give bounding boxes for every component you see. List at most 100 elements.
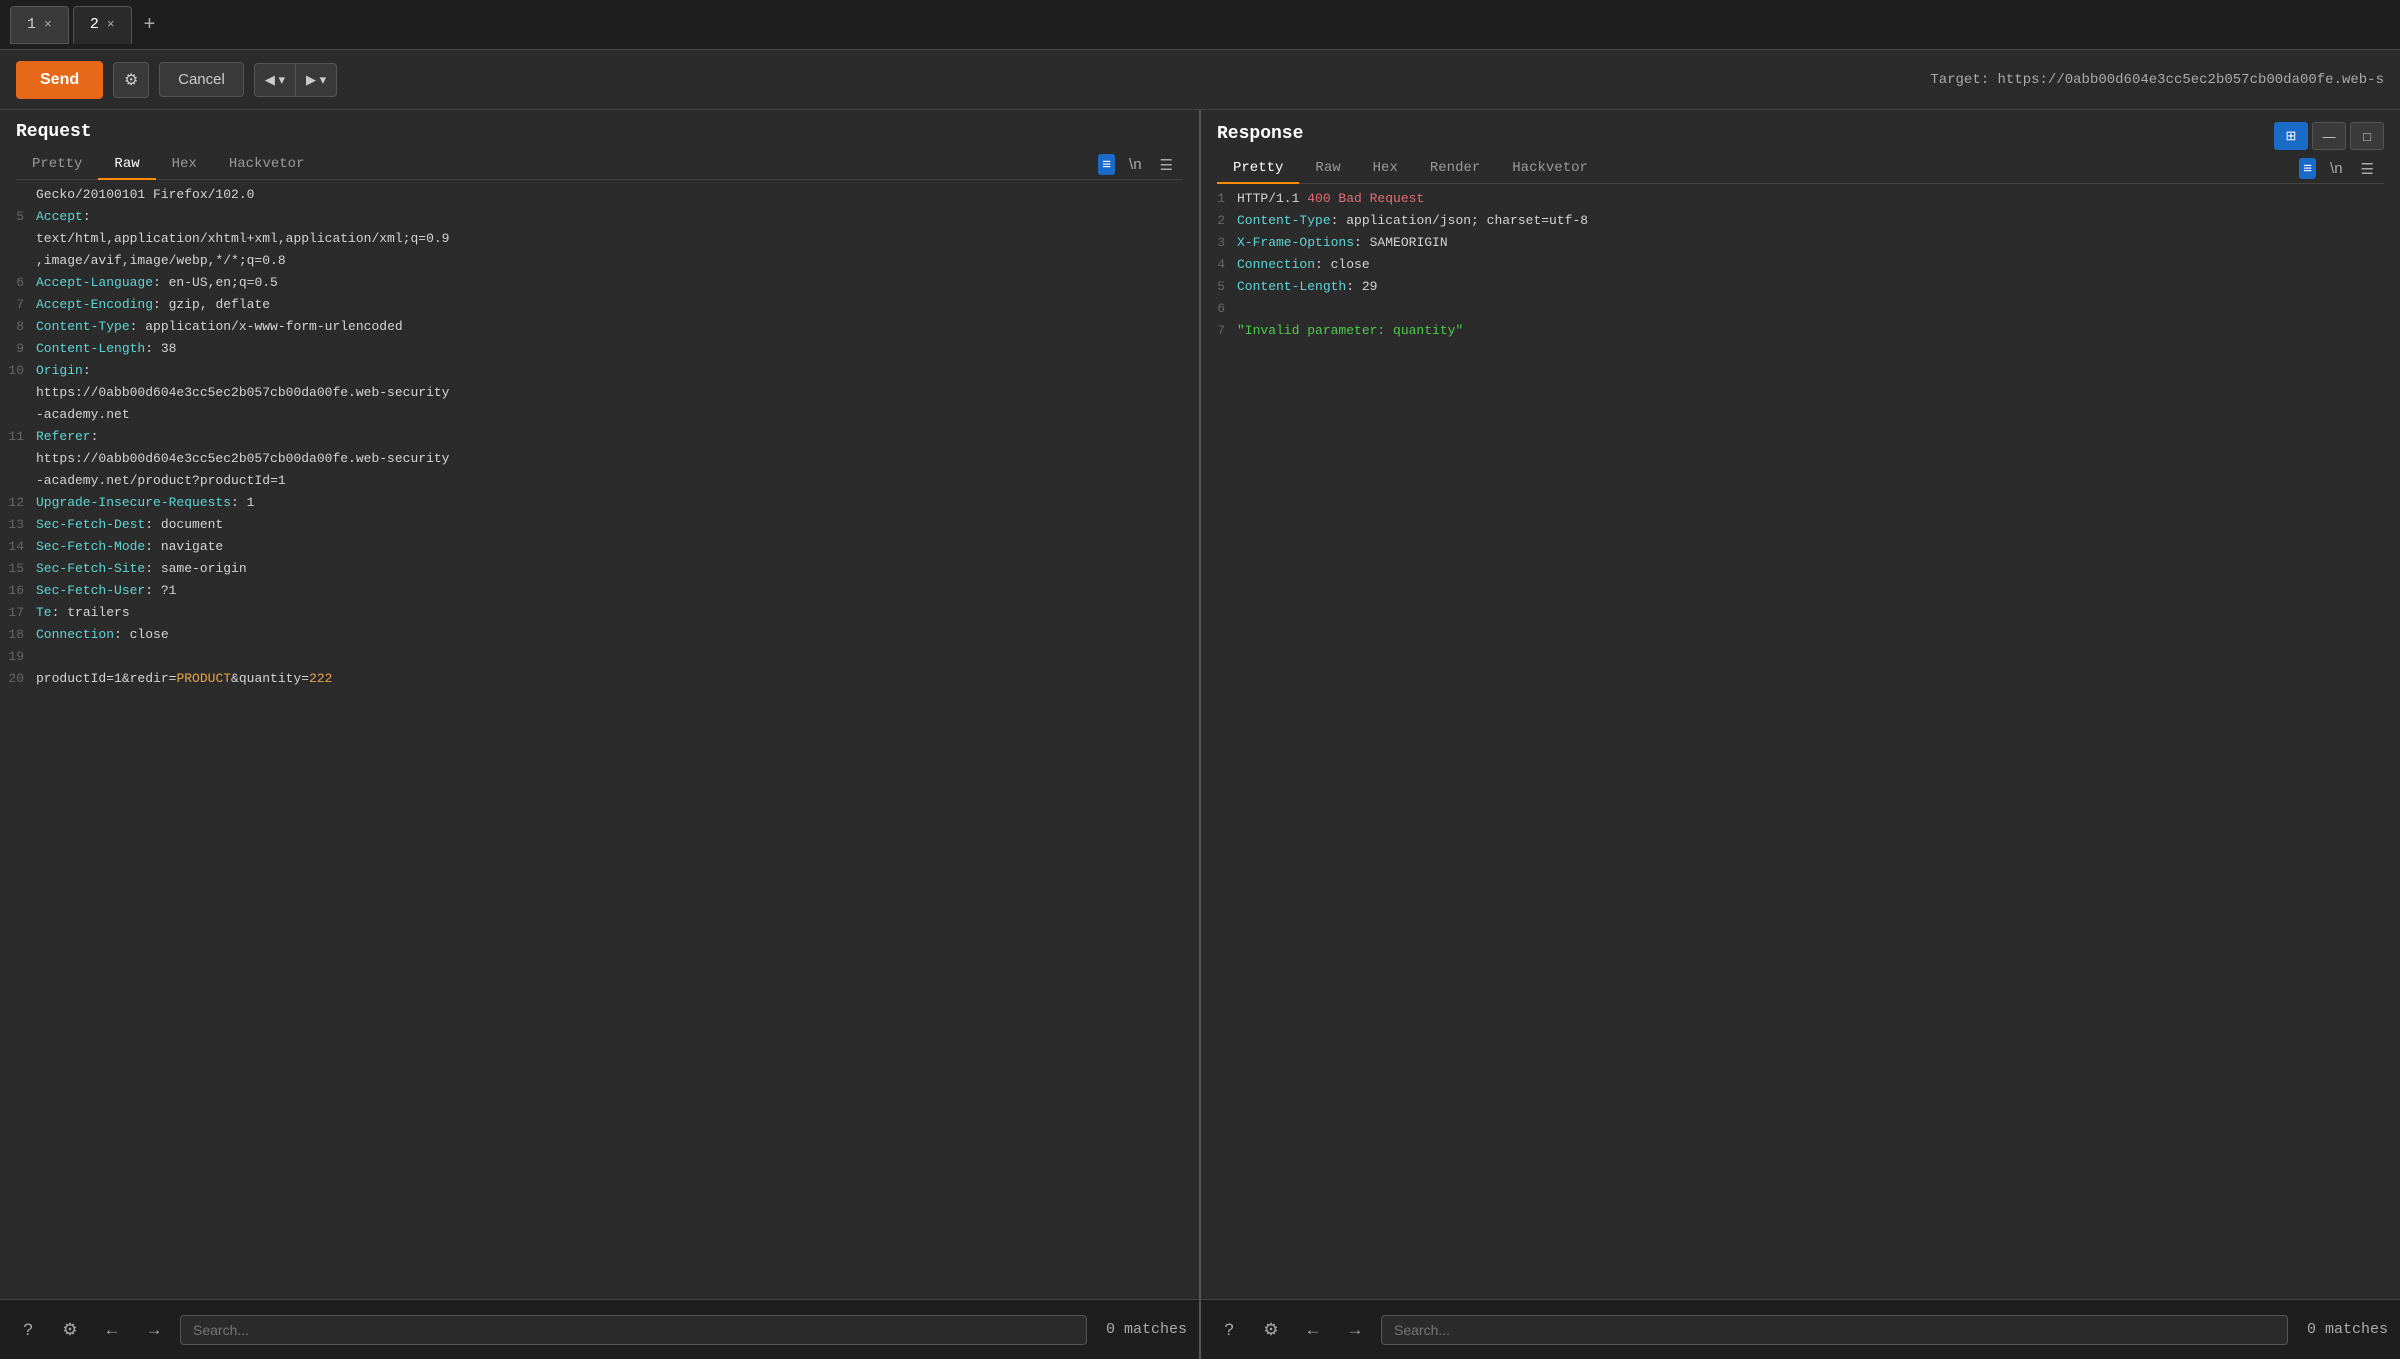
response-back-icon[interactable]: ← xyxy=(1297,1314,1329,1346)
toolbar: Send ⚙ Cancel ◀ ▾ ▶ ▾ Target: https://0a… xyxy=(0,50,2400,110)
code-line-8: 10Origin: xyxy=(0,360,1199,382)
line-content-21 xyxy=(36,646,1199,668)
line-number-22: 20 xyxy=(0,668,36,690)
response-search-input[interactable] xyxy=(1381,1315,2288,1345)
nav-prev-button[interactable]: ◀ ▾ xyxy=(254,63,295,97)
line-content-10: -academy.net xyxy=(36,404,1199,426)
response-view-single[interactable]: — xyxy=(2312,122,2346,150)
request-tabs: Pretty Raw Hex Hackvetor ≡ \n ☰ xyxy=(16,150,1183,180)
line-content-1: Content-Type: application/json; charset=… xyxy=(1237,210,2400,232)
line-number-19: 17 xyxy=(0,602,36,624)
response-tabs: Pretty Raw Hex Render Hackvetor ≡ \n ☰ xyxy=(1217,154,2384,184)
line-content-15: Sec-Fetch-Dest: document xyxy=(36,514,1199,536)
request-forward-icon[interactable]: → xyxy=(138,1314,170,1346)
line-content-19: Te: trailers xyxy=(36,602,1199,624)
line-number-0: 1 xyxy=(1201,188,1237,210)
tab-2[interactable]: 2 × xyxy=(73,6,132,44)
tab-2-close[interactable]: × xyxy=(107,17,115,32)
line-number-2: 3 xyxy=(1201,232,1237,254)
code-line-9: https://0abb00d604e3cc5ec2b057cb00da00fe… xyxy=(0,382,1199,404)
response-newline-icon[interactable]: \n xyxy=(2326,158,2347,179)
line-number-6: 7 xyxy=(1201,320,1237,342)
code-line-3: ,image/avif,image/webp,*/*;q=0.8 xyxy=(0,250,1199,272)
code-line-14: 12Upgrade-Insecure-Requests: 1 xyxy=(0,492,1199,514)
request-tab-raw[interactable]: Raw xyxy=(98,150,155,180)
code-line-4: 6Accept-Language: en-US,en;q=0.5 xyxy=(0,272,1199,294)
response-tab-hex[interactable]: Hex xyxy=(1357,154,1414,184)
response-help-icon[interactable]: ? xyxy=(1213,1314,1245,1346)
code-line-6: 7"Invalid parameter: quantity" xyxy=(1201,320,2400,342)
request-back-icon[interactable]: ← xyxy=(96,1314,128,1346)
line-content-12: https://0abb00d604e3cc5ec2b057cb00da00fe… xyxy=(36,448,1199,470)
line-number-20: 18 xyxy=(0,624,36,646)
response-forward-icon[interactable]: → xyxy=(1339,1314,1371,1346)
response-tab-render[interactable]: Render xyxy=(1414,154,1496,184)
line-number-16: 14 xyxy=(0,536,36,558)
line-content-5 xyxy=(1237,298,2400,320)
request-list-icon[interactable]: ≡ xyxy=(1098,154,1115,175)
request-tab-hex[interactable]: Hex xyxy=(156,150,213,180)
add-tab-button[interactable]: + xyxy=(136,13,164,36)
request-help-icon[interactable]: ? xyxy=(12,1314,44,1346)
request-newline-icon[interactable]: \n xyxy=(1125,154,1146,175)
code-line-11: 11Referer: xyxy=(0,426,1199,448)
line-number-11: 11 xyxy=(0,426,36,448)
tab-1[interactable]: 1 × xyxy=(10,6,69,44)
line-content-22: productId=1&redir=PRODUCT&quantity=222 xyxy=(36,668,1199,690)
code-line-10: -academy.net xyxy=(0,404,1199,426)
request-settings-icon[interactable]: ⚙ xyxy=(54,1314,86,1346)
code-line-3: 4Connection: close xyxy=(1201,254,2400,276)
tab-bar: 1 × 2 × + xyxy=(0,0,2400,50)
line-number-21: 19 xyxy=(0,646,36,668)
line-content-9: https://0abb00d604e3cc5ec2b057cb00da00fe… xyxy=(36,382,1199,404)
response-code-area[interactable]: 1HTTP/1.1 400 Bad Request2Content-Type: … xyxy=(1201,184,2400,1299)
request-search-input[interactable] xyxy=(180,1315,1087,1345)
line-number-5: 6 xyxy=(1201,298,1237,320)
response-tab-pretty[interactable]: Pretty xyxy=(1217,154,1299,184)
line-content-8: Origin: xyxy=(36,360,1199,382)
code-line-12: https://0abb00d604e3cc5ec2b057cb00da00fe… xyxy=(0,448,1199,470)
line-number-4: 6 xyxy=(0,272,36,294)
code-line-17: 15Sec-Fetch-Site: same-origin xyxy=(0,558,1199,580)
line-number-4: 5 xyxy=(1201,276,1237,298)
line-number-1: 5 xyxy=(0,206,36,228)
line-number-17: 15 xyxy=(0,558,36,580)
line-number-10 xyxy=(0,404,36,426)
response-tab-hackvetor[interactable]: Hackvetor xyxy=(1496,154,1604,184)
code-line-1: 5Accept: xyxy=(0,206,1199,228)
line-content-6: Content-Type: application/x-www-form-url… xyxy=(36,316,1199,338)
send-button[interactable]: Send xyxy=(16,61,103,99)
request-tab-pretty[interactable]: Pretty xyxy=(16,150,98,180)
line-content-18: Sec-Fetch-User: ?1 xyxy=(36,580,1199,602)
response-bottom-bar: ? ⚙ ← → 0 matches xyxy=(1201,1299,2400,1359)
line-number-7: 9 xyxy=(0,338,36,360)
nav-next-button[interactable]: ▶ ▾ xyxy=(295,63,337,97)
line-content-4: Content-Length: 29 xyxy=(1237,276,2400,298)
code-line-0: 1HTTP/1.1 400 Bad Request xyxy=(1201,188,2400,210)
code-line-2: 3X-Frame-Options: SAMEORIGIN xyxy=(1201,232,2400,254)
response-view-split[interactable]: ⊞ xyxy=(2274,122,2308,150)
tab-2-label: 2 xyxy=(90,16,99,33)
line-number-6: 8 xyxy=(0,316,36,338)
tab-1-close[interactable]: × xyxy=(44,17,52,32)
response-matches-count: 0 matches xyxy=(2298,1321,2388,1338)
line-content-1: Accept: xyxy=(36,206,1199,228)
cancel-button[interactable]: Cancel xyxy=(159,62,244,97)
line-content-16: Sec-Fetch-Mode: navigate xyxy=(36,536,1199,558)
response-menu-icon[interactable]: ☰ xyxy=(2357,158,2378,180)
line-number-13 xyxy=(0,470,36,492)
request-tab-hackvetor[interactable]: Hackvetor xyxy=(213,150,321,180)
line-content-2: X-Frame-Options: SAMEORIGIN xyxy=(1237,232,2400,254)
response-view-toggle: ⊞ — □ xyxy=(2274,122,2384,150)
response-title: Response xyxy=(1217,124,1303,144)
response-tab-raw[interactable]: Raw xyxy=(1299,154,1356,184)
response-settings-icon[interactable]: ⚙ xyxy=(1255,1314,1287,1346)
response-view-full[interactable]: □ xyxy=(2350,122,2384,150)
line-content-17: Sec-Fetch-Site: same-origin xyxy=(36,558,1199,580)
code-line-5: 7Accept-Encoding: gzip, deflate xyxy=(0,294,1199,316)
response-list-icon[interactable]: ≡ xyxy=(2299,158,2316,179)
request-code-area[interactable]: Gecko/20100101 Firefox/102.05Accept:text… xyxy=(0,180,1199,1299)
settings-icon-button[interactable]: ⚙ xyxy=(113,62,149,98)
target-url: Target: https://0abb00d604e3cc5ec2b057cb… xyxy=(1930,72,2384,88)
request-menu-icon[interactable]: ☰ xyxy=(1156,154,1177,176)
